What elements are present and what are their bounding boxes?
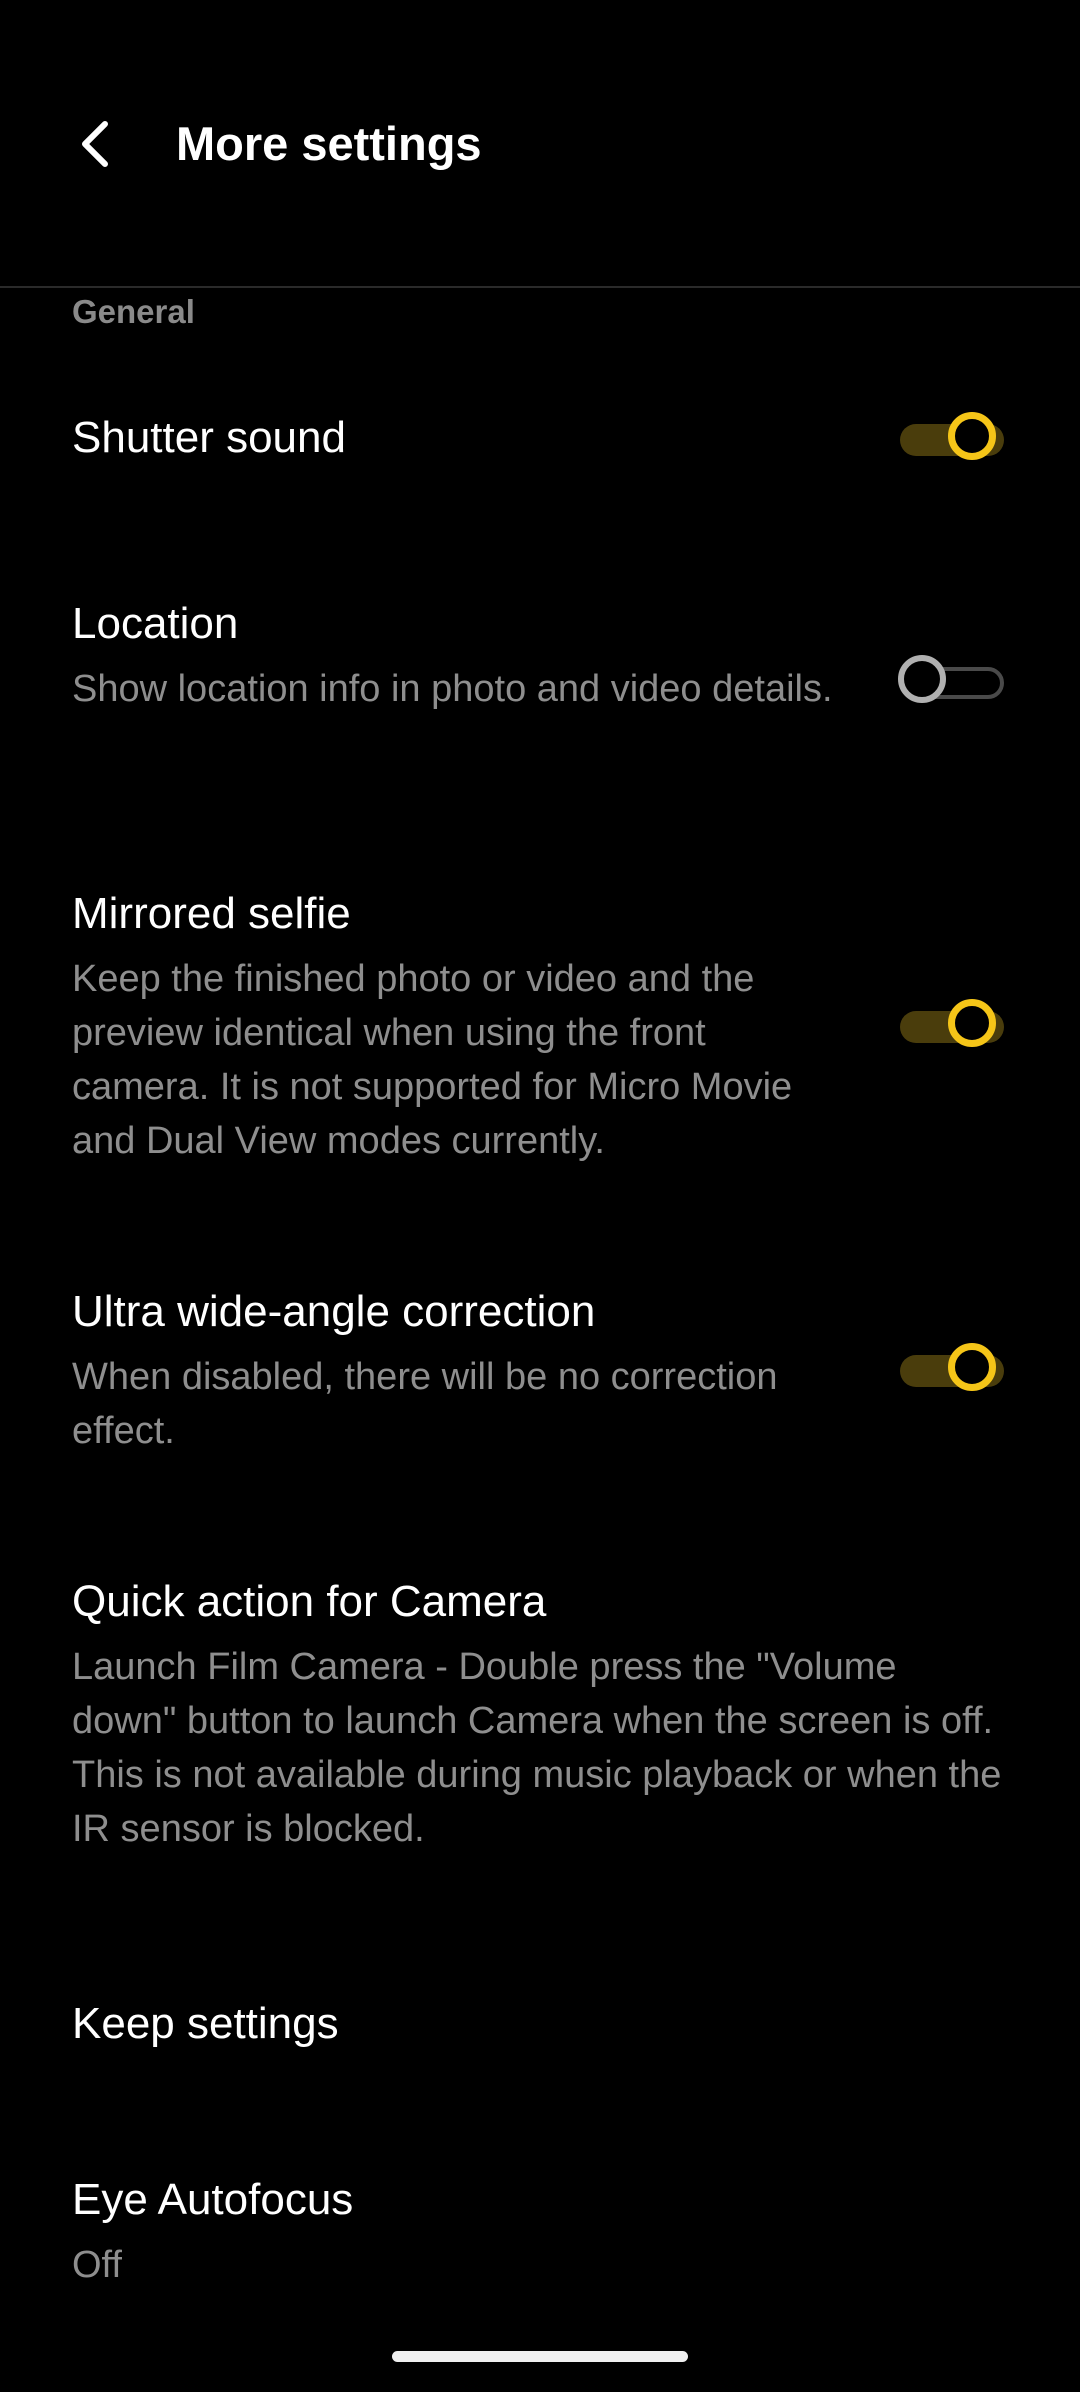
setting-description: When disabled, there will be no correcti… <box>72 1356 778 1452</box>
setting-title: Ultra wide-angle correction <box>72 1287 596 1336</box>
setting-eye-autofocus[interactable]: Eye Autofocus Off <box>72 2172 1008 2292</box>
section-header-general: General <box>72 293 195 330</box>
setting-location[interactable]: Location Show location info in photo and… <box>72 596 1008 716</box>
setting-description: Launch Film Camera - Double press the "V… <box>72 1646 1002 1850</box>
setting-shutter-sound[interactable]: Shutter sound <box>72 410 1008 470</box>
setting-title: Mirrored selfie <box>72 889 351 938</box>
header-divider <box>0 286 1080 288</box>
setting-title: Quick action for Camera <box>72 1577 547 1626</box>
shutter-sound-toggle[interactable] <box>898 408 1008 472</box>
toggle-thumb <box>948 1343 996 1391</box>
page-title: More settings <box>176 117 482 170</box>
setting-mirrored-selfie[interactable]: Mirrored selfie Keep the finished photo … <box>72 886 1008 1168</box>
setting-title: Location <box>72 599 239 648</box>
mirrored-selfie-toggle[interactable] <box>898 995 1008 1059</box>
setting-title: Shutter sound <box>72 413 346 462</box>
back-button[interactable] <box>60 106 130 182</box>
toggle-thumb <box>948 412 996 460</box>
setting-quick-action-camera[interactable]: Quick action for Camera Launch Film Came… <box>72 1574 1008 1856</box>
location-toggle[interactable] <box>898 651 1008 715</box>
ultra-wide-correction-toggle[interactable] <box>898 1339 1008 1403</box>
setting-title: Keep settings <box>72 1999 339 2048</box>
chevron-left-icon <box>82 121 108 167</box>
toggle-thumb <box>898 655 946 703</box>
setting-description: Show location info in photo and video de… <box>72 668 833 710</box>
app-bar: More settings <box>0 0 1080 286</box>
setting-description: Keep the finished photo or video and the… <box>72 958 793 1162</box>
setting-keep-settings[interactable]: Keep settings <box>72 1996 1008 2052</box>
toggle-thumb <box>948 999 996 1047</box>
setting-ultra-wide-correction[interactable]: Ultra wide-angle correction When disable… <box>72 1284 1008 1458</box>
setting-title: Eye Autofocus <box>72 2175 354 2224</box>
home-indicator[interactable] <box>392 2351 688 2362</box>
setting-value: Off <box>72 2244 122 2286</box>
